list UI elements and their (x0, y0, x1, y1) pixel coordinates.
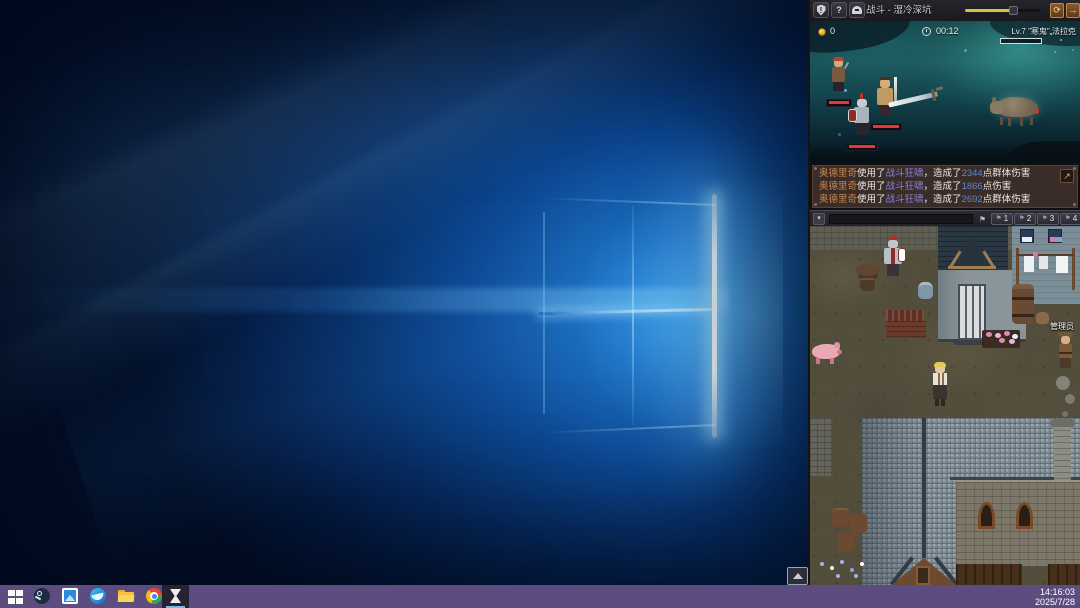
arched-window (978, 502, 995, 529)
auto-battle-button[interactable]: ⟳ (1050, 3, 1064, 18)
timer-icon (922, 27, 931, 36)
flag-icon: ⚑ (996, 216, 1002, 223)
wooden-door (1048, 564, 1080, 585)
screen: ! ? 战斗 - 湿冷深坑 ⟳ → (0, 0, 1080, 608)
flag-icon: ⚑ (1019, 216, 1025, 223)
sack (1036, 312, 1049, 324)
chevron-up-icon (793, 573, 803, 579)
cave-rock (810, 21, 913, 59)
battle-timer: 00:12 (936, 26, 959, 36)
game-window: ! ? 战斗 - 湿冷深坑 ⟳ → (810, 0, 1080, 585)
town-map-viewport[interactable]: 管理员 (810, 226, 1080, 585)
edge-taskbar-icon[interactable] (90, 588, 106, 604)
flowers-pink (986, 332, 992, 337)
exit-battle-button[interactable]: → (1066, 3, 1080, 18)
vignette (0, 0, 810, 585)
team-slot-button-2[interactable]: ⚑2 (1014, 213, 1036, 225)
battle-log-panel: 奥德里奇使用了战斗狂啸，造成了2344点群体伤害 奥德里奇使用了战斗狂啸，造成了… (810, 163, 1080, 210)
shield-button[interactable]: ! (813, 2, 829, 18)
file-explorer-taskbar-icon[interactable] (118, 588, 134, 604)
log-expand-button[interactable]: ↗ (1060, 169, 1074, 183)
chimney-smoke (1056, 376, 1070, 390)
team-slot-button-4[interactable]: ⚑4 (1060, 213, 1080, 225)
battle-title: 战斗 - 湿冷深坑 (866, 0, 931, 21)
hanging-cloth (1056, 256, 1068, 273)
gold-count: 0 (830, 26, 835, 36)
bucket (860, 278, 875, 291)
help-icon: ? (836, 5, 842, 15)
game-header-bar: ! ? 战斗 - 湿冷深坑 ⟳ → (810, 0, 1080, 22)
chimney (1054, 424, 1071, 480)
bench-seat (886, 321, 926, 338)
beast-sprite (990, 91, 1042, 129)
collapse-panel-button[interactable] (787, 567, 808, 585)
battle-viewport[interactable]: 0 00:12 Lv.7 "寒鬼" 法拉克 (810, 21, 1080, 163)
enemy-hp-bar (1000, 38, 1042, 44)
team-slot-button-1[interactable]: ⚑1 (991, 213, 1013, 225)
wooden-door (956, 564, 1022, 585)
arched-window (1016, 502, 1033, 529)
slider-fill (965, 9, 1015, 12)
toolbar-menu-button[interactable]: ▾ (813, 213, 825, 225)
battle-log-line: 奥德里奇使用了战斗狂啸，造成了1866点伤害 (819, 180, 1069, 194)
warrior-sprite-3 (846, 97, 878, 151)
chevron-down-icon: ▾ (817, 215, 821, 222)
start-button[interactable] (8, 590, 23, 604)
photos-taskbar-icon[interactable] (62, 588, 78, 604)
gable-beam (948, 266, 996, 269)
desktop-wallpaper (0, 0, 810, 585)
hourglass-icon (170, 589, 181, 603)
wooden-table (856, 264, 880, 276)
blue-jar (918, 282, 933, 299)
shield-icon: ! (817, 5, 826, 16)
equipment-button[interactable] (849, 2, 865, 18)
toolbar-input-bar[interactable] (829, 214, 973, 224)
exit-icon: → (1069, 5, 1078, 15)
gold-coin-icon (818, 28, 826, 36)
npc-name-label: 管理员 (1050, 321, 1074, 332)
flag-icon: ⚑ (1042, 216, 1048, 223)
help-button[interactable]: ? (831, 2, 847, 18)
helmet-icon (852, 6, 862, 14)
windows-logo-icon (8, 590, 15, 596)
taskbar-clock[interactable]: 14:16:03 2025/7/28 (1035, 587, 1075, 607)
battle-log-line: 奥德里奇使用了战斗狂啸，造成了2692点群体伤害 (819, 193, 1069, 207)
large-barrel (1012, 284, 1034, 324)
game-taskbar-icon-active[interactable] (162, 585, 189, 608)
chrome-taskbar-icon[interactable] (146, 588, 162, 604)
hanging-cloth (1039, 256, 1048, 269)
hanging-cloth (1024, 256, 1034, 272)
sword-projectile (888, 87, 946, 113)
steam-taskbar-icon[interactable] (34, 588, 50, 604)
refresh-icon: ⟳ (1053, 5, 1061, 15)
taskbar: 14:16:03 2025/7/28 (0, 585, 1080, 608)
clock-time: 14:16:03 (1035, 587, 1075, 597)
expand-icon: ↗ (1063, 171, 1071, 181)
game-toolbar: ▾ ⚑ ⚑1 ⚑2 ⚑3 ⚑4 (810, 210, 1080, 226)
flag-icon: ⚑ (1065, 216, 1071, 223)
flowers-blue (820, 562, 824, 566)
armored-npc-sprite[interactable] (880, 236, 906, 278)
pig-sprite[interactable] (810, 342, 842, 364)
flag-icon: ⚑ (977, 214, 988, 225)
clock-date: 2025/7/28 (1035, 597, 1075, 607)
slider-handle[interactable] (1009, 6, 1018, 15)
player-character-sprite[interactable] (930, 362, 950, 408)
stone-platform (810, 418, 832, 476)
speed-slider[interactable] (965, 9, 1041, 12)
enemy-label: Lv.7 "寒鬼" 法拉克 (1011, 26, 1076, 37)
battle-log-line: 奥德里奇使用了战斗狂啸，造成了2344点群体伤害 (819, 167, 1069, 181)
team-slot-button-3[interactable]: ⚑3 (1037, 213, 1059, 225)
npc-admin-sprite[interactable] (1056, 332, 1076, 372)
bench-back (886, 310, 924, 321)
barrels (832, 508, 849, 527)
chimney-cap (1051, 419, 1074, 427)
